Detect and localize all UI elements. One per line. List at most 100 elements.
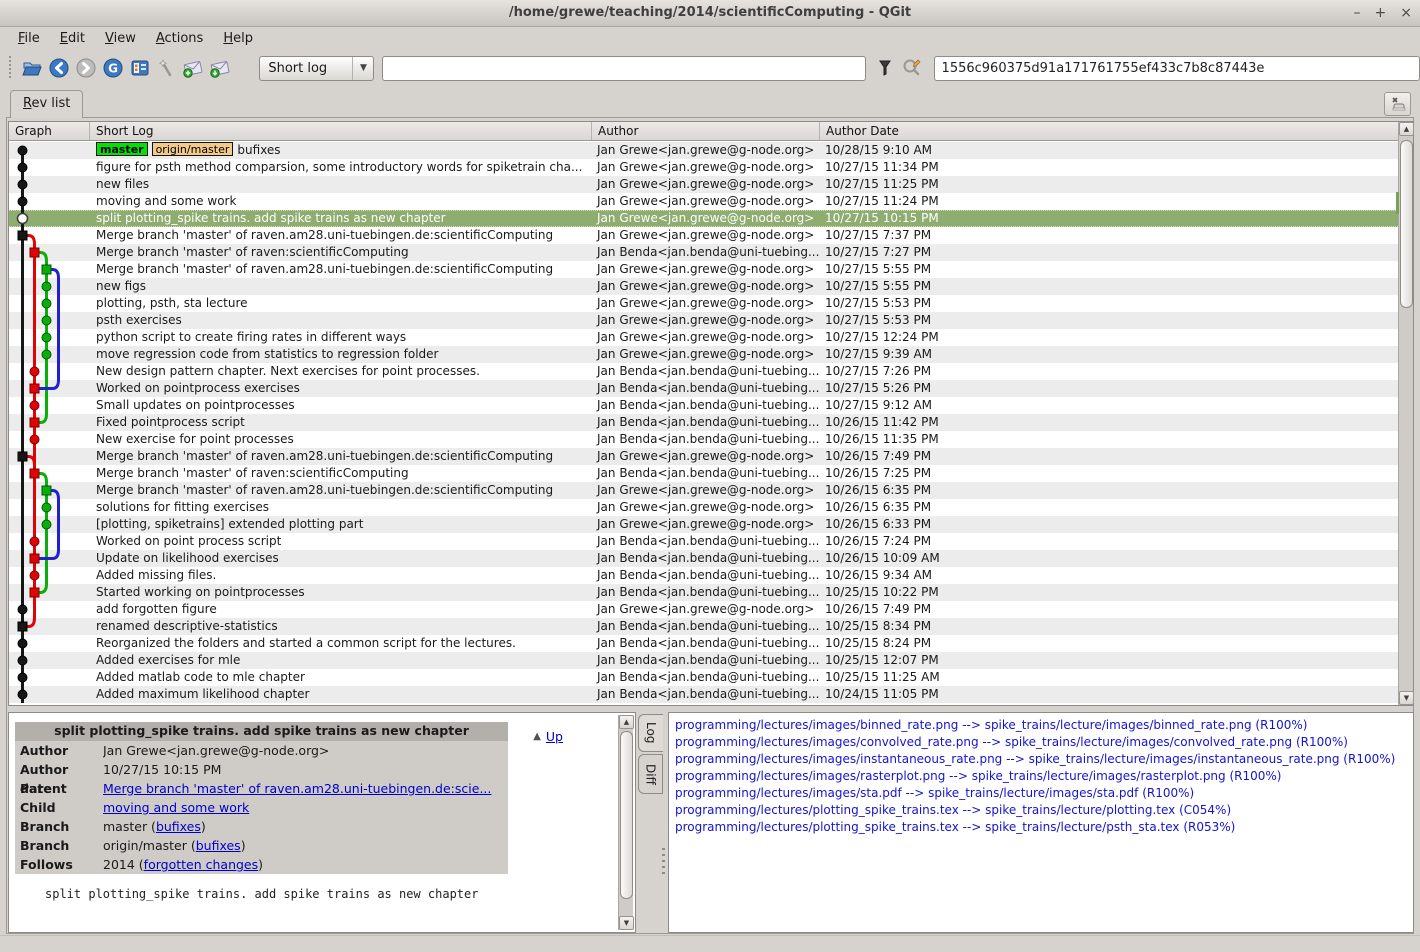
author-date-cell: 10/26/15 7:49 PM <box>820 448 1398 465</box>
rev-row[interactable]: Added matlab code to mle chapterJan Bend… <box>9 669 1398 686</box>
rev-row[interactable]: Small updates on pointprocessesJan Benda… <box>9 397 1398 414</box>
sha-input[interactable] <box>934 56 1420 81</box>
graph-cell <box>9 533 90 550</box>
file-rename-line[interactable]: programming/lectures/plotting_spike_trai… <box>675 819 1413 836</box>
scroll-up-icon[interactable]: ▲ <box>1399 122 1414 136</box>
close-tab-button[interactable] <box>1384 92 1411 116</box>
ref-link[interactable]: bufixes <box>156 819 201 834</box>
rev-row[interactable]: moving and some workJan Grewe<jan.grewe@… <box>9 193 1398 210</box>
view-button[interactable] <box>126 55 153 82</box>
toolbar-handle[interactable] <box>9 56 14 80</box>
back-button[interactable] <box>46 55 73 82</box>
column-header-short-log[interactable]: Short Log <box>90 122 592 140</box>
menu-help[interactable]: Help <box>213 28 263 49</box>
detail-scrollbar[interactable]: ▲ ▼ <box>618 715 633 930</box>
rev-row[interactable]: masterorigin/masterbufixesJan Grewe<jan.… <box>9 142 1398 159</box>
tab-rev-list[interactable]: Rev list <box>10 90 83 118</box>
commit-message: split plotting_spike trains. add spike t… <box>45 887 478 901</box>
graph-cell <box>9 635 90 652</box>
highlight-search-button[interactable] <box>899 55 926 82</box>
author-date-cell: 10/28/15 9:10 AM <box>820 142 1398 159</box>
menu-edit[interactable]: Edit <box>50 28 95 49</box>
scrollbar-thumb[interactable] <box>1400 140 1413 308</box>
rev-row[interactable]: Added exercises for mleJan Benda<jan.ben… <box>9 652 1398 669</box>
commit-link[interactable]: moving and some work <box>103 800 249 815</box>
scroll-up-icon[interactable]: ▲ <box>619 715 634 729</box>
reload-button[interactable]: G <box>99 55 126 82</box>
apply-patch-button[interactable] <box>207 55 234 82</box>
rev-row[interactable]: renamed descriptive-statisticsJan Benda<… <box>9 618 1398 635</box>
commit-link[interactable]: Merge branch 'master' of raven.am28.uni-… <box>103 781 491 796</box>
rev-row[interactable]: add forgotten figureJan Grewe<jan.grewe@… <box>9 601 1398 618</box>
field-label: Branch <box>15 817 103 836</box>
maximize-button[interactable]: + <box>1375 6 1387 20</box>
file-rename-line[interactable]: programming/lectures/plotting_spike_trai… <box>675 802 1413 819</box>
rev-row[interactable]: python script to create firing rates in … <box>9 329 1398 346</box>
rev-row[interactable]: Added missing files.Jan Benda<jan.benda@… <box>9 567 1398 584</box>
rev-row[interactable]: Added maximum likelihood chapterJan Bend… <box>9 686 1398 703</box>
rev-row[interactable]: new filesJan Grewe<jan.grewe@g-node.org>… <box>9 176 1398 193</box>
ref-link[interactable]: forgotten changes <box>144 857 258 872</box>
rev-row[interactable]: Merge branch 'master' of raven:scientifi… <box>9 244 1398 261</box>
rev-row[interactable]: split plotting_spike trains. add spike t… <box>9 210 1398 227</box>
field-value: master (bufixes) <box>103 817 508 836</box>
menu-actions[interactable]: Actions <box>146 28 214 49</box>
file-rename-line[interactable]: programming/lectures/images/convolved_ra… <box>675 734 1413 751</box>
rev-row[interactable]: plotting, psth, sta lectureJan Grewe<jan… <box>9 295 1398 312</box>
save-patch-button[interactable] <box>180 55 207 82</box>
column-header-author[interactable]: Author <box>592 122 820 140</box>
rev-row[interactable]: solutions for fitting exercisesJan Grewe… <box>9 499 1398 516</box>
ref-link[interactable]: bufixes <box>196 838 241 853</box>
menu-view[interactable]: View <box>95 28 146 49</box>
tab-log[interactable]: Log <box>638 714 663 752</box>
file-rename-line[interactable]: programming/lectures/images/binned_rate.… <box>675 717 1413 734</box>
rev-row[interactable]: Update on likelihood exercisesJan Benda<… <box>9 550 1398 567</box>
rev-row[interactable]: New exercise for point processesJan Bend… <box>9 431 1398 448</box>
rev-row[interactable]: Fixed pointprocess scriptJan Benda<jan.b… <box>9 414 1398 431</box>
column-header-graph[interactable]: Graph <box>9 122 90 140</box>
rev-row[interactable]: Merge branch 'master' of raven:scientifi… <box>9 465 1398 482</box>
detail-field: AuthorJan Grewe<jan.grewe@g-node.org> <box>15 741 508 760</box>
rev-row[interactable]: Merge branch 'master' of raven.am28.uni-… <box>9 482 1398 499</box>
mark-button[interactable] <box>153 55 180 82</box>
rev-row[interactable]: Merge branch 'master' of raven.am28.uni-… <box>9 261 1398 278</box>
forward-button[interactable] <box>73 55 100 82</box>
field-value: 2014 (forgotten changes) <box>103 855 508 874</box>
rev-row[interactable]: Worked on pointprocess exercisesJan Bend… <box>9 380 1398 397</box>
log-view-combobox[interactable]: Short log ▼ <box>259 56 374 81</box>
author-cell: Jan Grewe<jan.grewe@g-node.org> <box>592 329 820 346</box>
open-repo-button[interactable] <box>19 55 46 82</box>
rev-row[interactable]: Merge branch 'master' of raven.am28.uni-… <box>9 448 1398 465</box>
minimize-button[interactable]: – <box>1354 6 1361 20</box>
rev-list-scrollbar[interactable]: ▲ ▼ <box>1398 122 1413 705</box>
scrollbar-thumb[interactable] <box>620 731 633 899</box>
rev-row[interactable]: figure for psth method comparsion, some … <box>9 159 1398 176</box>
file-rename-line[interactable]: programming/lectures/images/sta.pdf --> … <box>675 785 1413 802</box>
short-log-cell: figure for psth method comparsion, some … <box>90 159 592 176</box>
rev-row[interactable]: move regression code from statistics to … <box>9 346 1398 363</box>
close-button[interactable]: × <box>1400 6 1412 20</box>
rev-row[interactable]: psth exercisesJan Grewe<jan.grewe@g-node… <box>9 312 1398 329</box>
file-rename-line[interactable]: programming/lectures/images/rasterplot.p… <box>675 768 1413 785</box>
menu-file[interactable]: File <box>8 28 50 49</box>
rev-row[interactable]: new figsJan Grewe<jan.grewe@g-node.org>1… <box>9 278 1398 295</box>
author-cell: Jan Benda<jan.benda@uni-tuebing... <box>592 465 820 482</box>
rev-row[interactable]: Worked on point process scriptJan Benda<… <box>9 533 1398 550</box>
scroll-down-icon[interactable]: ▼ <box>1399 691 1414 705</box>
rev-row[interactable]: New design pattern chapter. Next exercis… <box>9 363 1398 380</box>
tab-diff[interactable]: Diff <box>638 754 663 794</box>
column-header-author-date[interactable]: Author Date <box>820 122 1398 140</box>
panel-splitter[interactable] <box>662 848 665 874</box>
rev-row[interactable]: Merge branch 'master' of raven.am28.uni-… <box>9 227 1398 244</box>
rev-row[interactable]: [plotting, spiketrains] extended plottin… <box>9 516 1398 533</box>
rev-row[interactable]: Started working on pointprocessesJan Ben… <box>9 584 1398 601</box>
rev-row[interactable]: Reorganized the folders and started a co… <box>9 635 1398 652</box>
up-link[interactable]: Up <box>546 729 563 744</box>
filter-button[interactable] <box>872 55 899 82</box>
short-log-cell: Fixed pointprocess script <box>90 414 592 431</box>
file-rename-line[interactable]: programming/lectures/images/instantaneou… <box>675 751 1413 768</box>
graph-cell <box>9 397 90 414</box>
search-input[interactable] <box>382 56 865 81</box>
scroll-down-icon[interactable]: ▼ <box>619 916 634 930</box>
author-cell: Jan Grewe<jan.grewe@g-node.org> <box>592 176 820 193</box>
